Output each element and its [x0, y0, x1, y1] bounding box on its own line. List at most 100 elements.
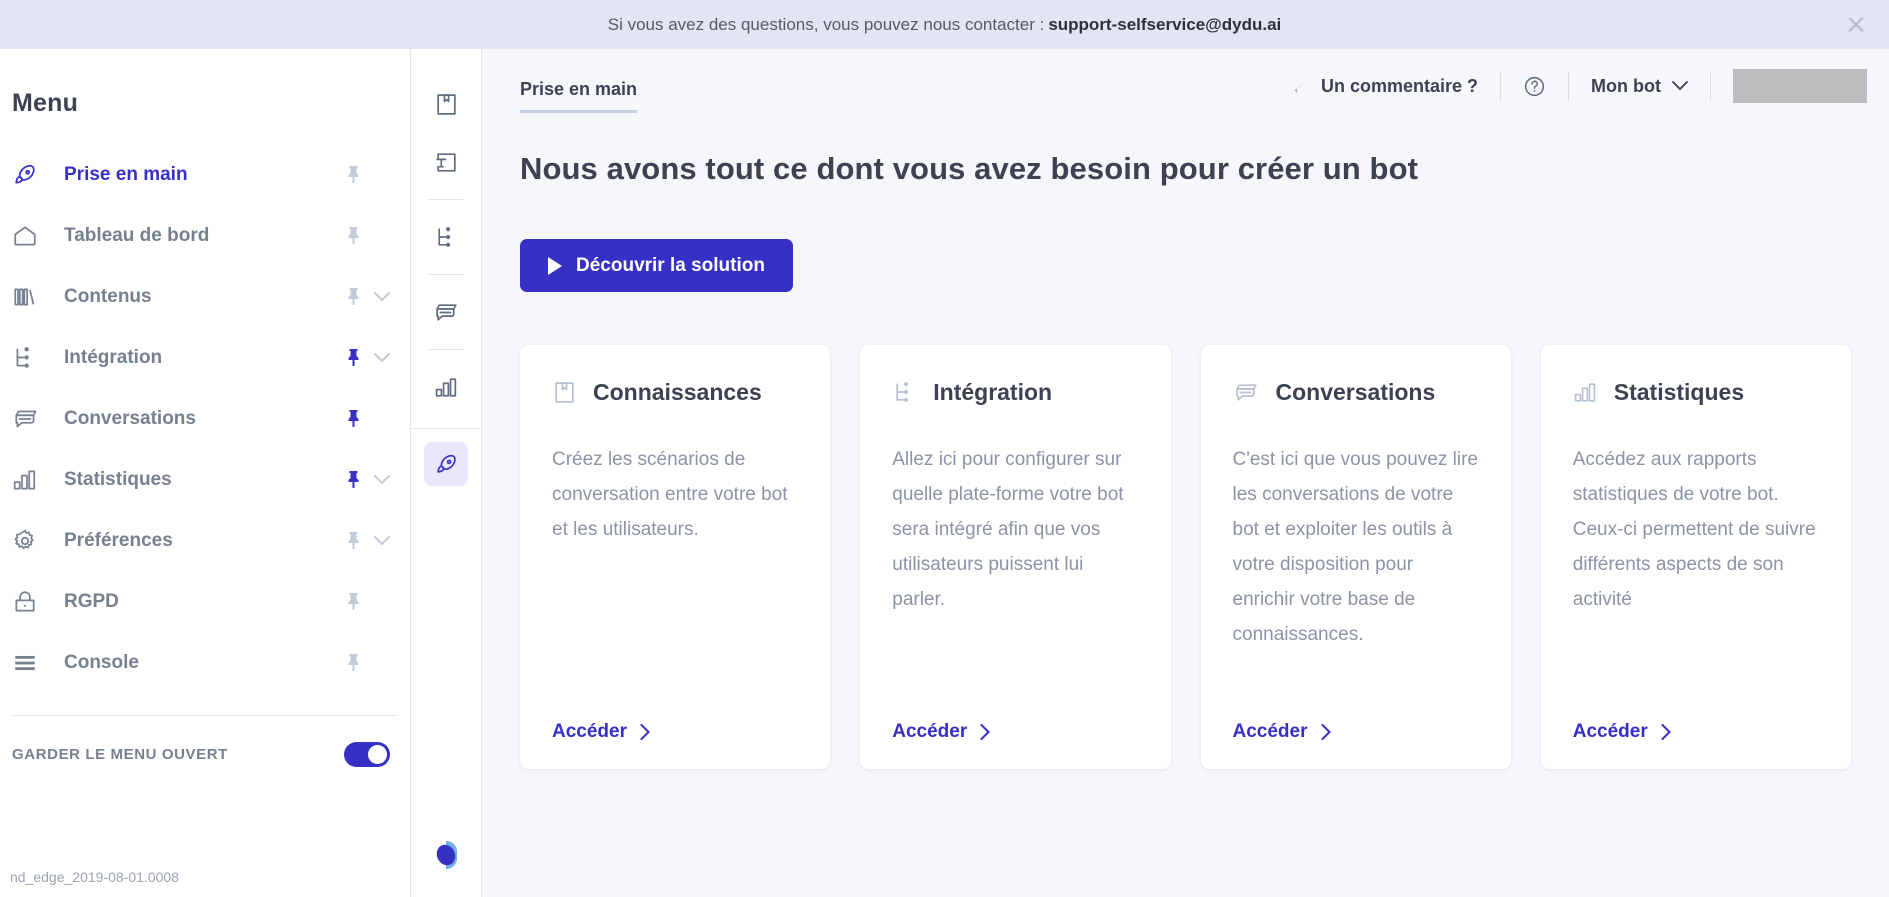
card-description: Accédez aux rapports statistiques de vot… — [1572, 449, 1816, 610]
sidebar-item-label: Tableau de bord — [64, 224, 210, 246]
card-description: Créez les scénarios de conversation entr… — [552, 449, 788, 540]
knowledge-icon — [552, 380, 577, 405]
pin-icon[interactable] — [340, 226, 366, 246]
sidebar-item-console[interactable]: Console — [0, 632, 410, 693]
feature-cards: Connaissances Créez les scénarios de con… — [482, 292, 1889, 769]
text-box-icon — [434, 150, 459, 175]
sidebar-item-prise-en-main[interactable]: Prise en main — [0, 144, 410, 205]
card-access-label: Accéder — [1232, 721, 1308, 742]
pin-icon[interactable] — [340, 348, 366, 368]
sidebar-item-conversations[interactable]: Conversations — [0, 388, 410, 449]
card-title: Intégration — [933, 379, 1053, 405]
card-access-link[interactable]: Accéder — [1573, 721, 1819, 743]
bar-chart-icon — [12, 467, 46, 493]
sidebar-item-tableau-de-bord[interactable]: Tableau de bord — [0, 205, 410, 266]
keep-menu-open-toggle[interactable] — [344, 742, 390, 767]
rail-item-statistiques[interactable] — [424, 365, 468, 409]
app-root: Si vous avez des questions, vous pouvez … — [0, 0, 1889, 897]
bar-chart-icon — [434, 375, 459, 400]
sidebar-item-statistiques[interactable]: Statistiques — [0, 449, 410, 510]
conversation-icon — [433, 300, 460, 325]
chevron-down-icon[interactable] — [366, 535, 398, 546]
bot-label: Mon bot — [1591, 75, 1661, 96]
pin-icon[interactable] — [340, 165, 366, 185]
discover-solution-label: Découvrir la solution — [576, 254, 765, 276]
card-access-link[interactable]: Accéder — [1233, 721, 1479, 743]
pin-icon[interactable] — [340, 287, 366, 307]
card-description: Allez ici pour configurer sur quelle pla… — [892, 449, 1124, 610]
card-title: Statistiques — [1613, 379, 1745, 405]
card-header: Statistiques — [1573, 379, 1819, 406]
page-title: Nous avons tout ce dont vous avez besoin… — [520, 151, 1419, 186]
rail-item-conversations[interactable] — [424, 290, 468, 334]
keep-menu-open-label: GARDER LE MENU OUVERT — [12, 746, 228, 763]
pin-icon[interactable] — [340, 531, 366, 551]
rocket-icon — [434, 452, 459, 477]
sidebar-item-label: Préférences — [64, 529, 173, 551]
sidebar-item-label: Console — [64, 651, 139, 673]
discover-solution-button[interactable]: Découvrir la solution — [520, 239, 793, 292]
feedback-button[interactable]: Un commentaire ? — [1267, 69, 1500, 103]
sidebar-item-label: RGPD — [64, 590, 119, 612]
bar-chart-icon — [1573, 380, 1598, 405]
topbar-divider — [1710, 71, 1711, 101]
sidebar-item-contenus[interactable]: Contenus — [0, 266, 410, 327]
help-circle-icon — [1523, 75, 1546, 98]
card-header: Conversations — [1233, 379, 1479, 406]
keep-menu-open-row: GARDER LE MENU OUVERT — [0, 716, 410, 767]
integration-icon — [12, 345, 46, 371]
rocket-icon — [12, 162, 46, 188]
lock-icon — [12, 589, 46, 615]
breadcrumb[interactable]: Prise en main — [520, 79, 638, 113]
pin-icon[interactable] — [340, 653, 366, 673]
body-row: Menu Prise en main Tableau de bord Conte… — [0, 49, 1889, 897]
card-access-label: Accéder — [892, 721, 968, 742]
integration-icon — [892, 380, 917, 405]
rail-divider — [429, 199, 463, 200]
pin-icon[interactable] — [340, 470, 366, 490]
chevron-down-icon[interactable] — [366, 291, 398, 302]
icon-rail-top — [411, 49, 481, 493]
pin-icon[interactable] — [340, 409, 366, 429]
conversation-icon — [1233, 380, 1260, 405]
card-header: Intégration — [892, 379, 1138, 406]
conversation-icon — [12, 406, 46, 432]
rail-item-knowledge[interactable] — [424, 82, 468, 126]
pin-icon[interactable] — [340, 592, 366, 612]
books-icon — [12, 284, 46, 310]
sidebar-item-preferences[interactable]: Préférences — [0, 510, 410, 571]
rail-item-prise-en-main[interactable] — [424, 442, 468, 486]
card-statistiques[interactable]: Statistiques Accédez aux rapports statis… — [1540, 345, 1851, 769]
play-icon — [548, 256, 562, 275]
card-access-link[interactable]: Accéder — [552, 721, 798, 743]
gear-icon — [12, 528, 46, 554]
sidebar-item-label: Intégration — [64, 346, 163, 368]
chevron-right-icon — [1661, 724, 1671, 740]
chevron-down-icon[interactable] — [366, 474, 398, 485]
card-access-link[interactable]: Accéder — [892, 721, 1138, 743]
sidebar-item-rgpd[interactable]: RGPD — [0, 571, 410, 632]
sidebar-title: Menu — [12, 89, 79, 117]
chevron-right-icon — [980, 724, 991, 740]
chevron-down-icon — [1672, 81, 1688, 91]
avatar[interactable] — [1733, 69, 1867, 103]
card-description: C'est ici que vous pouvez lire les conve… — [1232, 449, 1478, 645]
sidebar: Menu Prise en main Tableau de bord Conte… — [0, 49, 411, 897]
main-topbar: Prise en main Un commentaire ? Mon bot — [482, 49, 1889, 123]
banner-text: Si vous avez des questions, vous pouvez … — [607, 14, 1045, 34]
close-icon[interactable]: ✕ — [1843, 12, 1869, 38]
card-connaissances[interactable]: Connaissances Créez les scénarios de con… — [520, 345, 831, 769]
card-conversations[interactable]: Conversations C'est ici que vous pouvez … — [1200, 345, 1511, 769]
rail-item-integration[interactable] — [424, 215, 468, 259]
bot-selector[interactable]: Mon bot — [1569, 69, 1710, 103]
support-email[interactable]: support-selfservice@dydu.ai — [1048, 15, 1281, 35]
card-access-label: Accéder — [1572, 721, 1648, 742]
sidebar-item-integration[interactable]: Intégration — [0, 327, 410, 388]
rail-item-text-box[interactable] — [424, 140, 468, 184]
knowledge-icon — [434, 92, 459, 117]
help-button[interactable] — [1501, 69, 1568, 103]
console-icon — [12, 650, 46, 676]
card-integration[interactable]: Intégration Allez ici pour configurer su… — [860, 345, 1171, 769]
paper-plane-icon — [1289, 76, 1310, 97]
chevron-down-icon[interactable] — [366, 352, 398, 363]
